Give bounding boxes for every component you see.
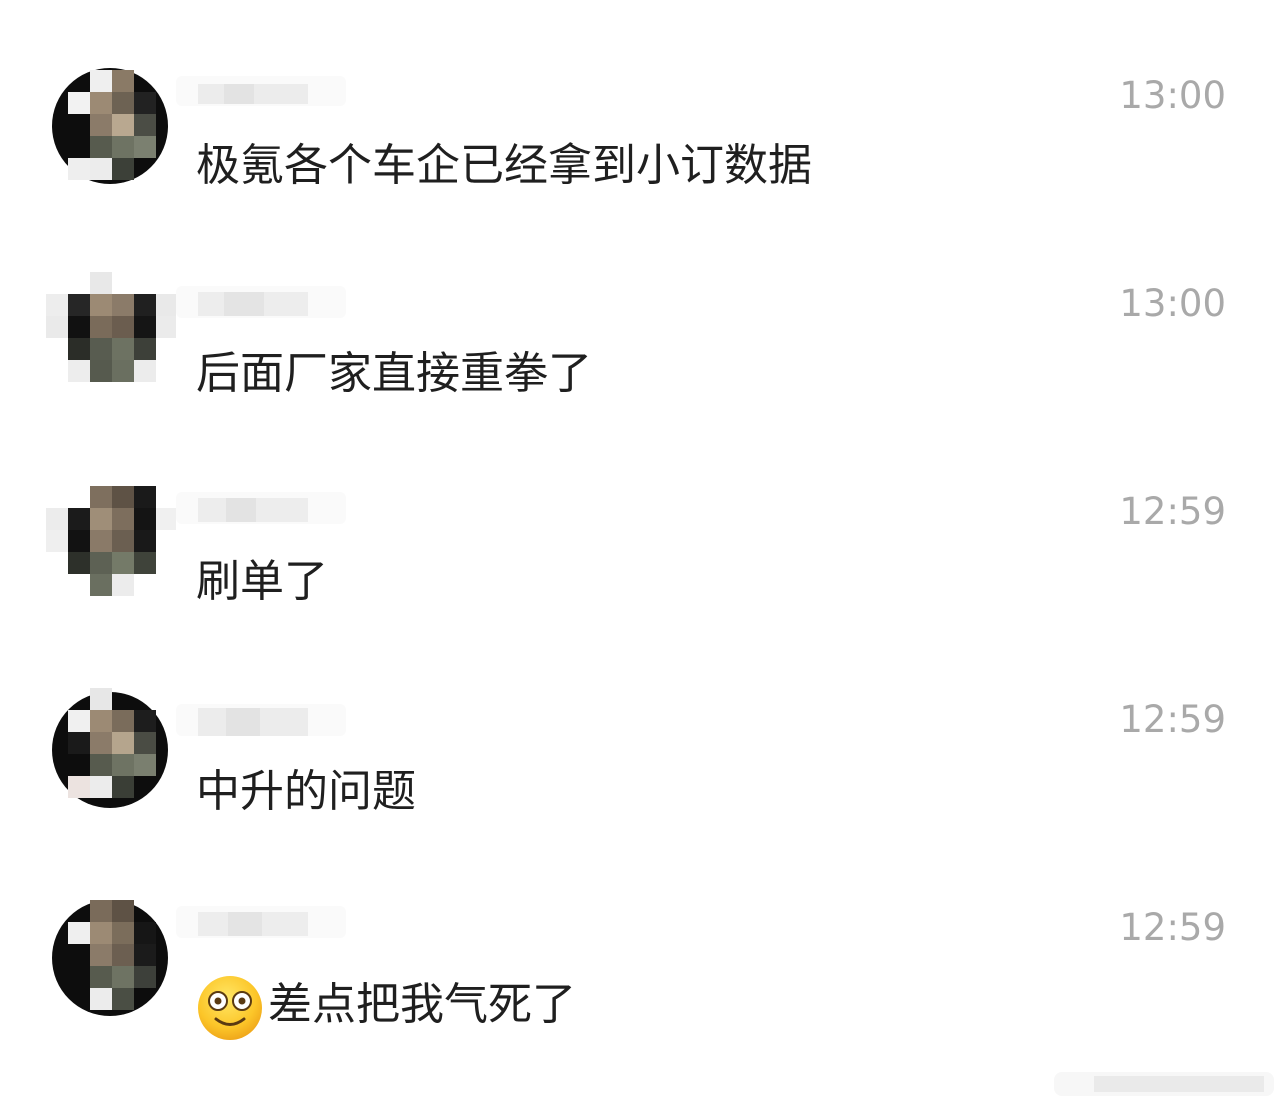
message-timestamp: 13:00 [1119,282,1226,325]
sender-name-blurred [176,488,346,528]
message-timestamp: 13:00 [1119,74,1226,117]
chat-message[interactable]: 12:59 差点把我气死了 [0,832,1280,1040]
chat-message[interactable]: 13:00 后面厂家直接重拳了 [0,208,1280,416]
chat-message[interactable]: 12:59 中升的问题 [0,624,1280,832]
avatar[interactable] [36,680,176,820]
message-timestamp: 12:59 [1119,906,1226,949]
message-timestamp: 12:59 [1119,698,1226,741]
watermark-blur [1054,1066,1274,1100]
message-text: 差点把我气死了 [268,979,576,1030]
message-text: 后面厂家直接重拳了 [196,348,592,399]
chat-list: 13:00 极氪各个车企已经拿到小订数据 13:00 后面厂家直接重拳了 12:… [0,0,1280,1110]
chat-message[interactable]: 12:59 刷单了 [0,416,1280,624]
sender-name-blurred [176,282,346,322]
avatar[interactable] [36,472,176,612]
avatar[interactable] [36,264,176,404]
sender-name-blurred [176,70,346,110]
message-row-content: 差点把我气死了 [196,968,576,1042]
message-text: 中升的问题 [196,766,416,817]
dizzy-smile-emoji-icon [196,974,264,1042]
sender-name-blurred [176,902,346,942]
avatar[interactable] [36,56,176,196]
message-text: 极氪各个车企已经拿到小订数据 [196,140,812,191]
chat-message[interactable]: 13:00 极氪各个车企已经拿到小订数据 [0,0,1280,208]
sender-name-blurred [176,700,346,740]
message-timestamp: 12:59 [1119,490,1226,533]
message-text: 刷单了 [196,556,328,607]
avatar[interactable] [36,888,176,1028]
